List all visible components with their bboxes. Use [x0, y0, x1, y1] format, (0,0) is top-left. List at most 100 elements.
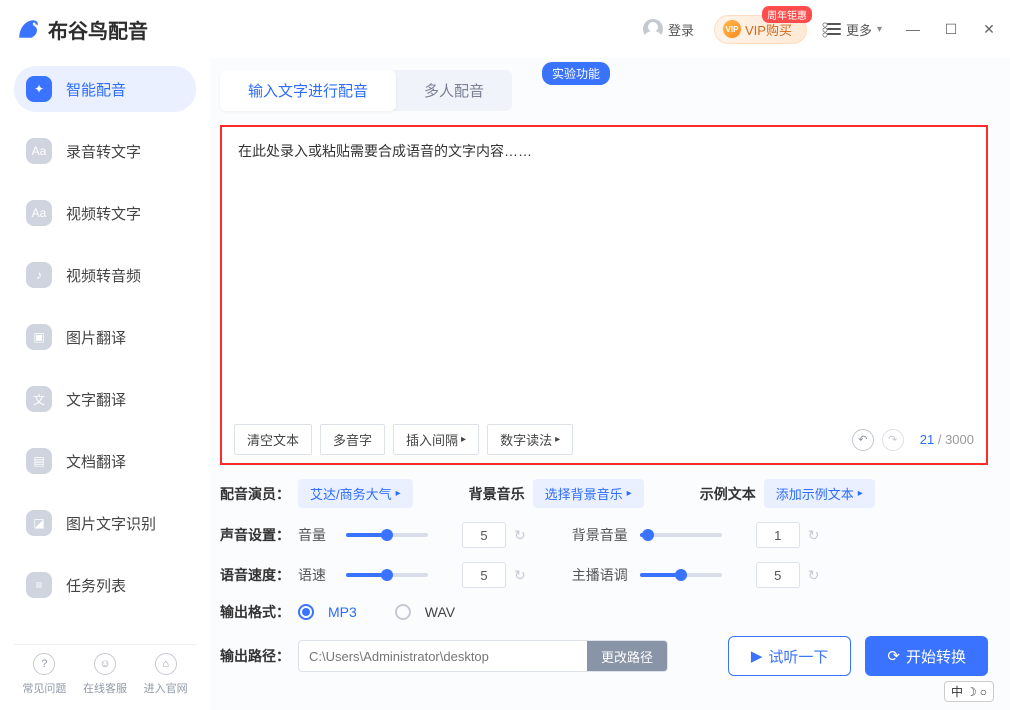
vip-purchase-button[interactable]: VIP VIP购买 周年钜惠: [708, 11, 813, 48]
vip-promo-badge: 周年钜惠: [762, 6, 812, 23]
volume-reset-icon[interactable]: ↻: [514, 527, 526, 544]
main-panel: 输入文字进行配音多人配音 实验功能 清空文本 多音字 插入间隔▸ 数字读法▸ ↶…: [210, 58, 1010, 710]
tab-0[interactable]: 输入文字进行配音: [220, 70, 396, 111]
app-logo: 布谷鸟配音: [14, 15, 148, 44]
format-wav-radio[interactable]: [395, 604, 411, 620]
sidebar-footer-0[interactable]: ? 常见问题: [22, 653, 66, 696]
login-button[interactable]: 登录: [637, 15, 700, 43]
sound-settings-label: 声音设置：: [220, 525, 290, 545]
bg-volume-value[interactable]: 1: [756, 522, 800, 548]
convert-button[interactable]: ⟳开始转换: [865, 636, 988, 676]
nav-icon: ♪: [26, 262, 52, 288]
bg-music-label: 背景音乐: [469, 484, 525, 504]
voice-actor-select[interactable]: 艾达/商务大气▸: [298, 479, 413, 508]
volume-value[interactable]: 5: [462, 522, 506, 548]
footer-icon: ?: [33, 653, 55, 675]
char-counter: 21 / 3000: [920, 432, 974, 447]
tab-1[interactable]: 多人配音: [396, 70, 512, 111]
footer-label: 常见问题: [22, 680, 66, 696]
nav-icon: ≡: [26, 572, 52, 598]
ime-indicator: 中☽○: [944, 681, 994, 702]
avatar-icon: [643, 19, 663, 39]
sidebar-item-3[interactable]: ♪ 视频转音频: [14, 252, 196, 298]
footer-icon: ☺: [94, 653, 116, 675]
nav-icon: ✦: [26, 76, 52, 102]
sidebar-item-0[interactable]: ✦ 智能配音: [14, 66, 196, 112]
nav-icon: Aa: [26, 200, 52, 226]
tabs: 输入文字进行配音多人配音: [220, 70, 512, 111]
nav-label: 文字翻译: [66, 389, 126, 410]
speed-label: 语速: [298, 565, 338, 585]
nav-label: 图片文字识别: [66, 513, 156, 534]
tone-reset-icon[interactable]: ↻: [808, 567, 820, 584]
speed-settings-label: 语音速度：: [220, 565, 290, 585]
nav-label: 视频转文字: [66, 203, 141, 224]
sidebar-item-1[interactable]: Aa 录音转文字: [14, 128, 196, 174]
sidebar-item-6[interactable]: ▤文档翻译: [14, 438, 196, 484]
polyphone-button[interactable]: 多音字: [320, 424, 385, 455]
sidebar-item-7[interactable]: ◪ 图片文字识别: [14, 500, 196, 546]
format-mp3-label: MP3: [328, 604, 357, 620]
nav-label: 智能配音: [66, 79, 126, 100]
sidebar-item-2[interactable]: Aa 视频转文字: [14, 190, 196, 236]
tone-value[interactable]: 5: [756, 562, 800, 588]
text-input[interactable]: [222, 127, 986, 416]
clear-text-button[interactable]: 清空文本: [234, 424, 312, 455]
tone-label: 主播语调: [572, 565, 632, 585]
speed-value[interactable]: 5: [462, 562, 506, 588]
more-menu-button[interactable]: 更多 ▾: [821, 16, 888, 43]
sidebar-item-4[interactable]: ▣图片翻译: [14, 314, 196, 360]
sidebar-item-5[interactable]: 文文字翻译: [14, 376, 196, 422]
tone-slider[interactable]: [640, 573, 722, 577]
close-button[interactable]: ✕: [982, 22, 996, 36]
bg-volume-label: 背景音量: [572, 525, 632, 545]
minimize-button[interactable]: —: [906, 22, 920, 36]
nav-icon: ▣: [26, 324, 52, 350]
undo-button[interactable]: ↶: [852, 429, 874, 451]
convert-icon: ⟳: [887, 647, 900, 665]
sidebar-footer-2[interactable]: ⌂ 进入官网: [144, 653, 188, 696]
sample-text-select[interactable]: 添加示例文本▸: [764, 479, 875, 508]
footer-label: 在线客服: [83, 680, 127, 696]
footer-icon: ⌂: [155, 653, 177, 675]
volume-slider[interactable]: [346, 533, 428, 537]
output-path-label: 输出路径：: [220, 646, 290, 666]
speed-slider[interactable]: [346, 573, 428, 577]
experiment-badge: 实验功能: [542, 62, 610, 85]
nav-label: 录音转文字: [66, 141, 141, 162]
chevron-down-icon: ▾: [877, 24, 882, 35]
nav-icon: ◪: [26, 510, 52, 536]
bird-logo-icon: [14, 15, 42, 43]
preview-button[interactable]: ▶试听一下: [728, 636, 852, 676]
nav-label: 视频转音频: [66, 265, 141, 286]
sample-text-label: 示例文本: [700, 484, 756, 504]
format-mp3-radio[interactable]: [298, 604, 314, 620]
titlebar: 布谷鸟配音 登录 VIP VIP购买 周年钜惠 更多 ▾ — ☐ ✕: [0, 0, 1010, 58]
output-format-label: 输出格式：: [220, 602, 290, 622]
insert-pause-button[interactable]: 插入间隔▸: [393, 424, 479, 455]
redo-button[interactable]: ↷: [882, 429, 904, 451]
more-label: 更多: [846, 20, 872, 39]
change-path-button[interactable]: 更改路径: [587, 641, 667, 671]
maximize-button[interactable]: ☐: [944, 22, 958, 36]
speed-reset-icon[interactable]: ↻: [514, 567, 526, 584]
nav-label: 文档翻译: [66, 451, 126, 472]
volume-label: 音量: [298, 525, 338, 545]
stack-icon: [827, 23, 841, 35]
output-path-input[interactable]: [299, 649, 587, 664]
nav-label: 任务列表: [66, 575, 126, 596]
bg-volume-reset-icon[interactable]: ↻: [808, 527, 820, 544]
bg-volume-slider[interactable]: [640, 533, 722, 537]
nav-icon: 文: [26, 386, 52, 412]
bg-music-select[interactable]: 选择背景音乐▸: [533, 479, 644, 508]
sidebar: ✦ 智能配音 Aa 录音转文字 Aa 视频转文字 ♪ 视频转音频 ▣图片翻译文文字翻译 ▤文档翻译…: [0, 58, 210, 710]
vip-crown-icon: VIP: [723, 20, 741, 38]
sidebar-footer-1[interactable]: ☺ 在线客服: [83, 653, 127, 696]
sidebar-item-8[interactable]: ≡ 任务列表: [14, 562, 196, 608]
play-icon: ▶: [751, 647, 763, 665]
login-label: 登录: [668, 20, 694, 39]
footer-label: 进入官网: [144, 680, 188, 696]
voice-actor-label: 配音演员：: [220, 484, 290, 504]
nav-icon: Aa: [26, 138, 52, 164]
number-reading-button[interactable]: 数字读法▸: [487, 424, 573, 455]
